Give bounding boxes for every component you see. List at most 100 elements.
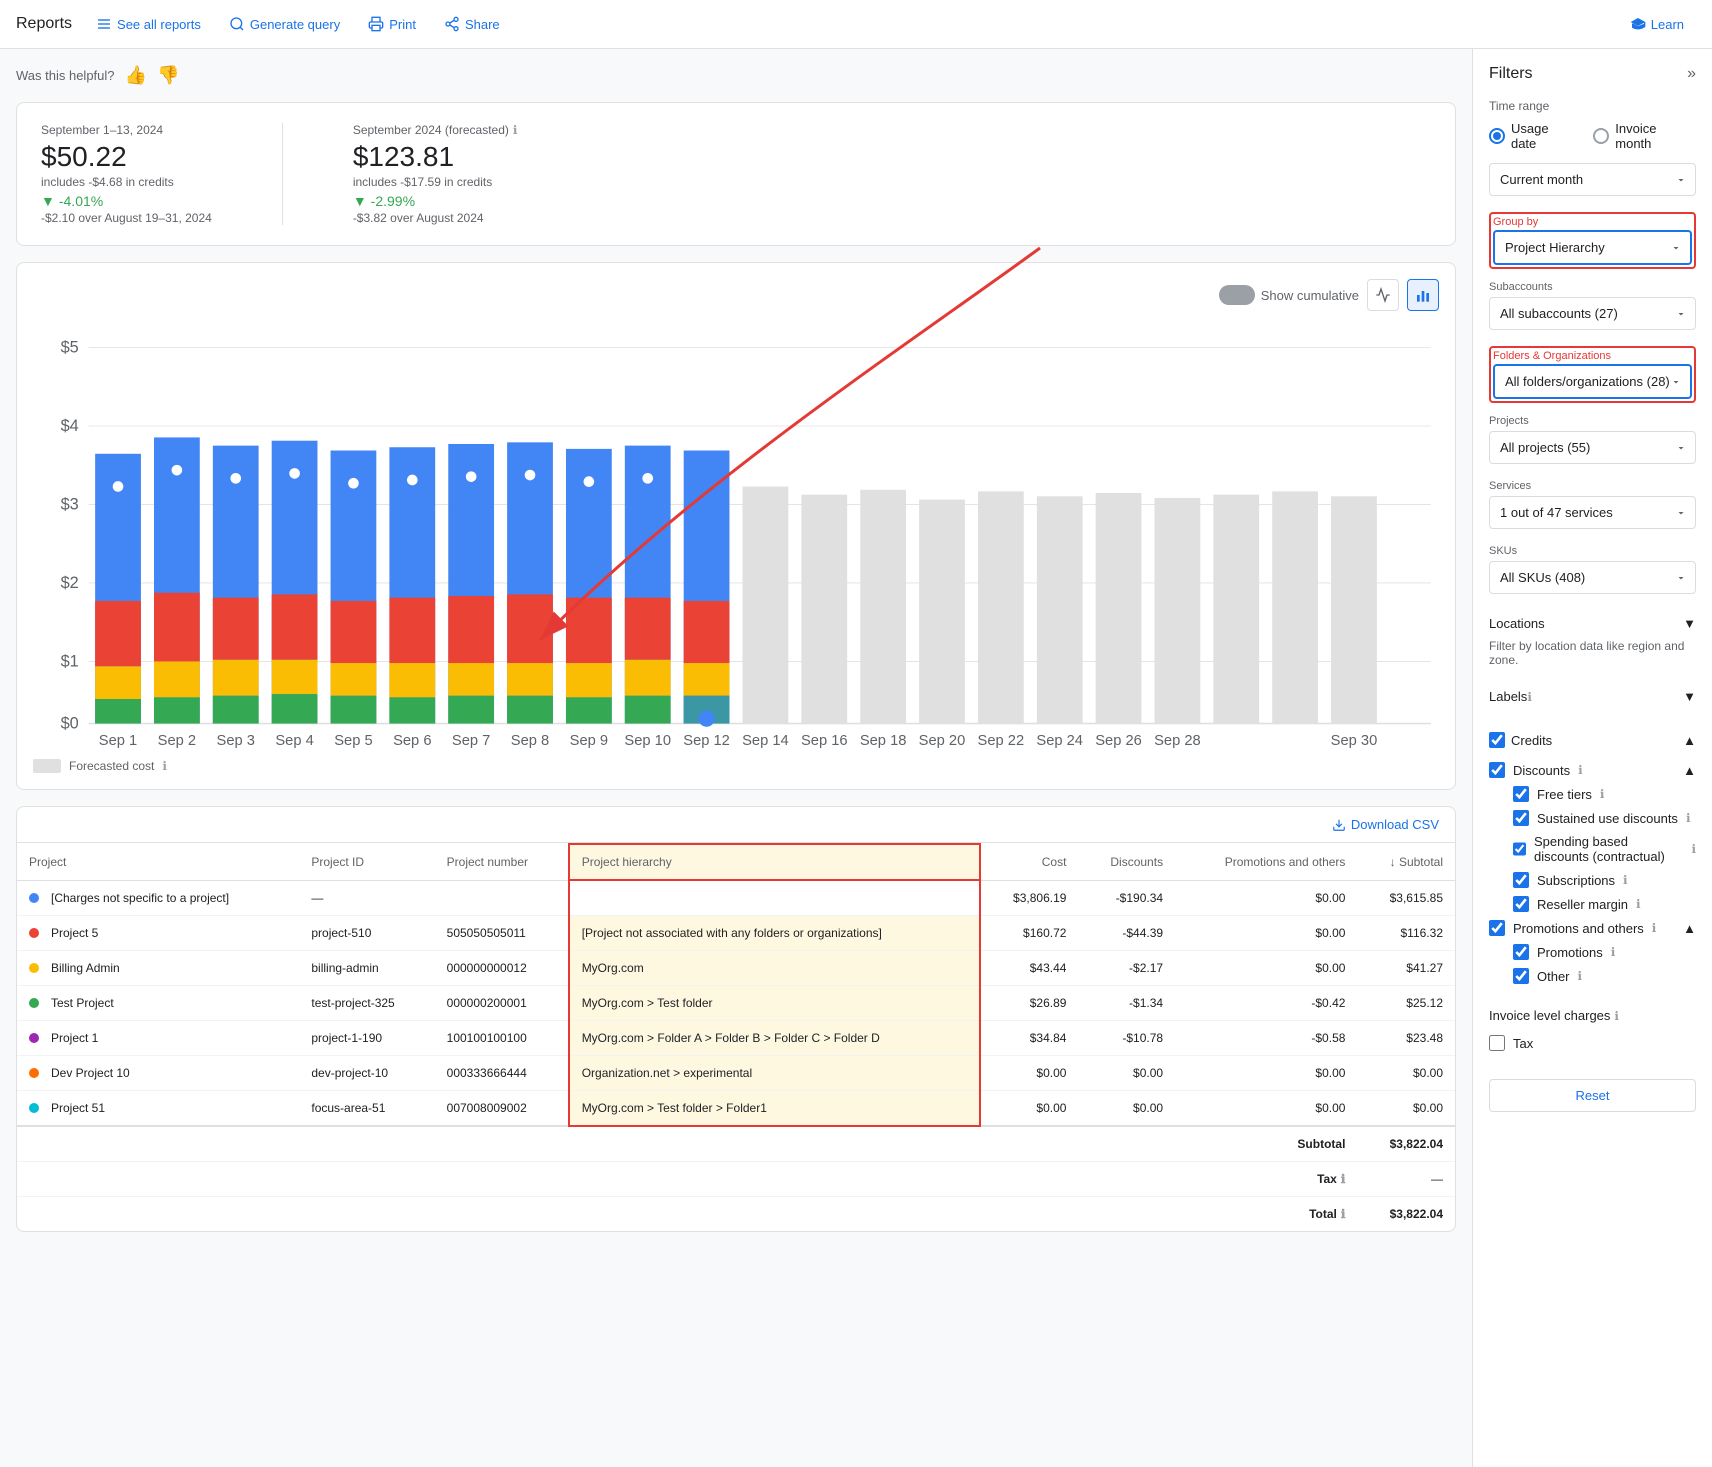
- labels-toggle[interactable]: Labels ℹ ▼: [1489, 683, 1696, 710]
- project-cell: [Charges not specific to a project]: [17, 880, 299, 915]
- subaccounts-label: Subaccounts: [1489, 281, 1696, 293]
- subaccounts-section: Subaccounts All subaccounts (27): [1489, 281, 1696, 330]
- reseller-checkbox[interactable]: [1513, 896, 1529, 912]
- svg-text:$1: $1: [61, 652, 79, 670]
- line-chart-button[interactable]: [1367, 279, 1399, 311]
- cost-table: Project Project ID Project number Projec…: [17, 843, 1455, 1231]
- discounts-info-icon[interactable]: ℹ: [1578, 763, 1583, 777]
- credits-toggle[interactable]: Credits ▲: [1489, 726, 1696, 754]
- print-button[interactable]: Print: [356, 10, 428, 38]
- project-dot: [29, 1033, 39, 1043]
- projects-select[interactable]: All projects (55): [1489, 431, 1696, 464]
- promotions-others-info-icon[interactable]: ℹ: [1652, 921, 1657, 935]
- svg-text:Sep 26: Sep 26: [1095, 733, 1142, 748]
- group-by-select[interactable]: Project Hierarchy: [1493, 230, 1692, 265]
- invoice-month-radio[interactable]: Invoice month: [1593, 121, 1696, 151]
- subscriptions-item: Subscriptions ℹ: [1513, 868, 1696, 892]
- project-dot: [29, 1103, 39, 1113]
- data-table: Download CSV Project Project ID Project …: [16, 806, 1456, 1232]
- table-row: Billing Admin billing-admin 000000000012…: [17, 950, 1455, 985]
- learn-button[interactable]: Learn: [1618, 10, 1696, 38]
- usage-date-radio-circle: [1489, 128, 1505, 144]
- sustained-info-icon[interactable]: ℹ: [1686, 811, 1691, 825]
- chevron-up-icon: ▲: [1683, 733, 1696, 748]
- usage-date-radio[interactable]: Usage date: [1489, 121, 1577, 151]
- services-select[interactable]: 1 out of 47 services: [1489, 496, 1696, 529]
- table-row: Project 1 project-1-190 100100100100 MyO…: [17, 1020, 1455, 1055]
- promotions-info-icon[interactable]: ℹ: [1611, 945, 1616, 959]
- svg-text:Sep 22: Sep 22: [978, 733, 1025, 748]
- time-range-label: Time range: [1489, 99, 1696, 113]
- current-month-select[interactable]: Current month: [1489, 163, 1696, 196]
- free-tiers-info-icon[interactable]: ℹ: [1600, 787, 1605, 801]
- see-all-reports-button[interactable]: See all reports: [84, 10, 213, 38]
- list-icon: [96, 16, 112, 32]
- forecasted-info-icon[interactable]: ℹ: [513, 123, 518, 137]
- bar-chart-button[interactable]: [1407, 279, 1439, 311]
- generate-query-button[interactable]: Generate query: [217, 10, 352, 38]
- table-header-row: Download CSV: [17, 807, 1455, 843]
- invoice-charges-label: Invoice level charges ℹ: [1489, 1008, 1696, 1023]
- spending-checkbox[interactable]: [1513, 841, 1526, 857]
- credits-checkbox[interactable]: [1489, 732, 1505, 748]
- table-row: Test Project test-project-325 0000002000…: [17, 985, 1455, 1020]
- tax-info-icon[interactable]: ℹ: [1341, 1172, 1346, 1186]
- sustained-item: Sustained use discounts ℹ: [1513, 806, 1696, 830]
- svg-text:Sep 9: Sep 9: [570, 733, 608, 748]
- services-section: Services 1 out of 47 services: [1489, 480, 1696, 529]
- svg-text:Sep 4: Sep 4: [275, 733, 313, 748]
- period2-credit: includes -$17.59 in credits: [353, 175, 518, 189]
- subaccounts-select[interactable]: All subaccounts (27): [1489, 297, 1696, 330]
- projects-section: Projects All projects (55): [1489, 415, 1696, 464]
- folders-select[interactable]: All folders/organizations (28): [1493, 364, 1692, 399]
- credits-section: Credits ▲ Discounts ℹ ▲ Free tiers ℹ: [1489, 726, 1696, 992]
- free-tiers-checkbox[interactable]: [1513, 786, 1529, 802]
- project-dot: [29, 998, 39, 1008]
- svg-text:Sep 24: Sep 24: [1036, 733, 1083, 748]
- invoice-tax-checkbox[interactable]: [1489, 1035, 1505, 1051]
- thumbs-up-button[interactable]: 👍: [125, 65, 147, 86]
- col-hierarchy: Project hierarchy: [569, 844, 980, 880]
- invoice-month-radio-circle: [1593, 128, 1609, 144]
- show-cumulative-toggle[interactable]: Show cumulative: [1219, 285, 1359, 305]
- locations-sub: Filter by location data like region and …: [1489, 639, 1696, 667]
- promotions-others-checkbox[interactable]: [1489, 920, 1505, 936]
- period1-amount: $50.22: [41, 141, 212, 173]
- labels-section: Labels ℹ ▼: [1489, 683, 1696, 710]
- invoice-charges-info-icon[interactable]: ℹ: [1614, 1009, 1619, 1023]
- thumbs-down-button[interactable]: 👎: [157, 65, 179, 86]
- reset-button[interactable]: Reset: [1489, 1079, 1696, 1112]
- chevron-down-icon-labels: ▼: [1683, 689, 1696, 704]
- download-csv-button[interactable]: Download CSV: [1332, 817, 1439, 832]
- collapse-sidebar-button[interactable]: »: [1687, 65, 1696, 83]
- col-project-number: Project number: [435, 844, 569, 880]
- svg-text:Sep 1: Sep 1: [99, 733, 137, 748]
- skus-label: SKUs: [1489, 545, 1696, 557]
- share-button[interactable]: Share: [432, 10, 512, 38]
- discounts-checkbox[interactable]: [1489, 762, 1505, 778]
- svg-text:Sep 10: Sep 10: [624, 733, 671, 748]
- filters-title: Filters »: [1489, 65, 1696, 83]
- stat-divider: [282, 123, 283, 225]
- project-dot: [29, 893, 39, 903]
- time-range-section: Time range Usage date Invoice month Curr…: [1489, 99, 1696, 196]
- spending-info-icon[interactable]: ℹ: [1691, 842, 1696, 856]
- sustained-checkbox[interactable]: [1513, 810, 1529, 826]
- subscriptions-checkbox[interactable]: [1513, 872, 1529, 888]
- download-icon: [1332, 818, 1346, 832]
- invoice-tax-item: Tax: [1489, 1031, 1696, 1055]
- discounts-children: Free tiers ℹ Sustained use discounts ℹ S…: [1489, 782, 1696, 916]
- forecast-info-icon[interactable]: ℹ: [162, 759, 167, 773]
- other-info-icon[interactable]: ℹ: [1578, 969, 1583, 983]
- total-info-icon[interactable]: ℹ: [1341, 1207, 1346, 1221]
- locations-toggle[interactable]: Locations ▼: [1489, 610, 1696, 637]
- reseller-info-icon[interactable]: ℹ: [1636, 897, 1641, 911]
- other-checkbox[interactable]: [1513, 968, 1529, 984]
- promotions-checkbox[interactable]: [1513, 944, 1529, 960]
- skus-select[interactable]: All SKUs (408): [1489, 561, 1696, 594]
- labels-info-icon[interactable]: ℹ: [1527, 690, 1532, 704]
- cumulative-switch[interactable]: [1219, 285, 1255, 305]
- col-subtotal: ↓ Subtotal: [1357, 844, 1455, 880]
- stat-block-forecasted: September 2024 (forecasted) ℹ $123.81 in…: [353, 123, 518, 225]
- subscriptions-info-icon[interactable]: ℹ: [1623, 873, 1628, 887]
